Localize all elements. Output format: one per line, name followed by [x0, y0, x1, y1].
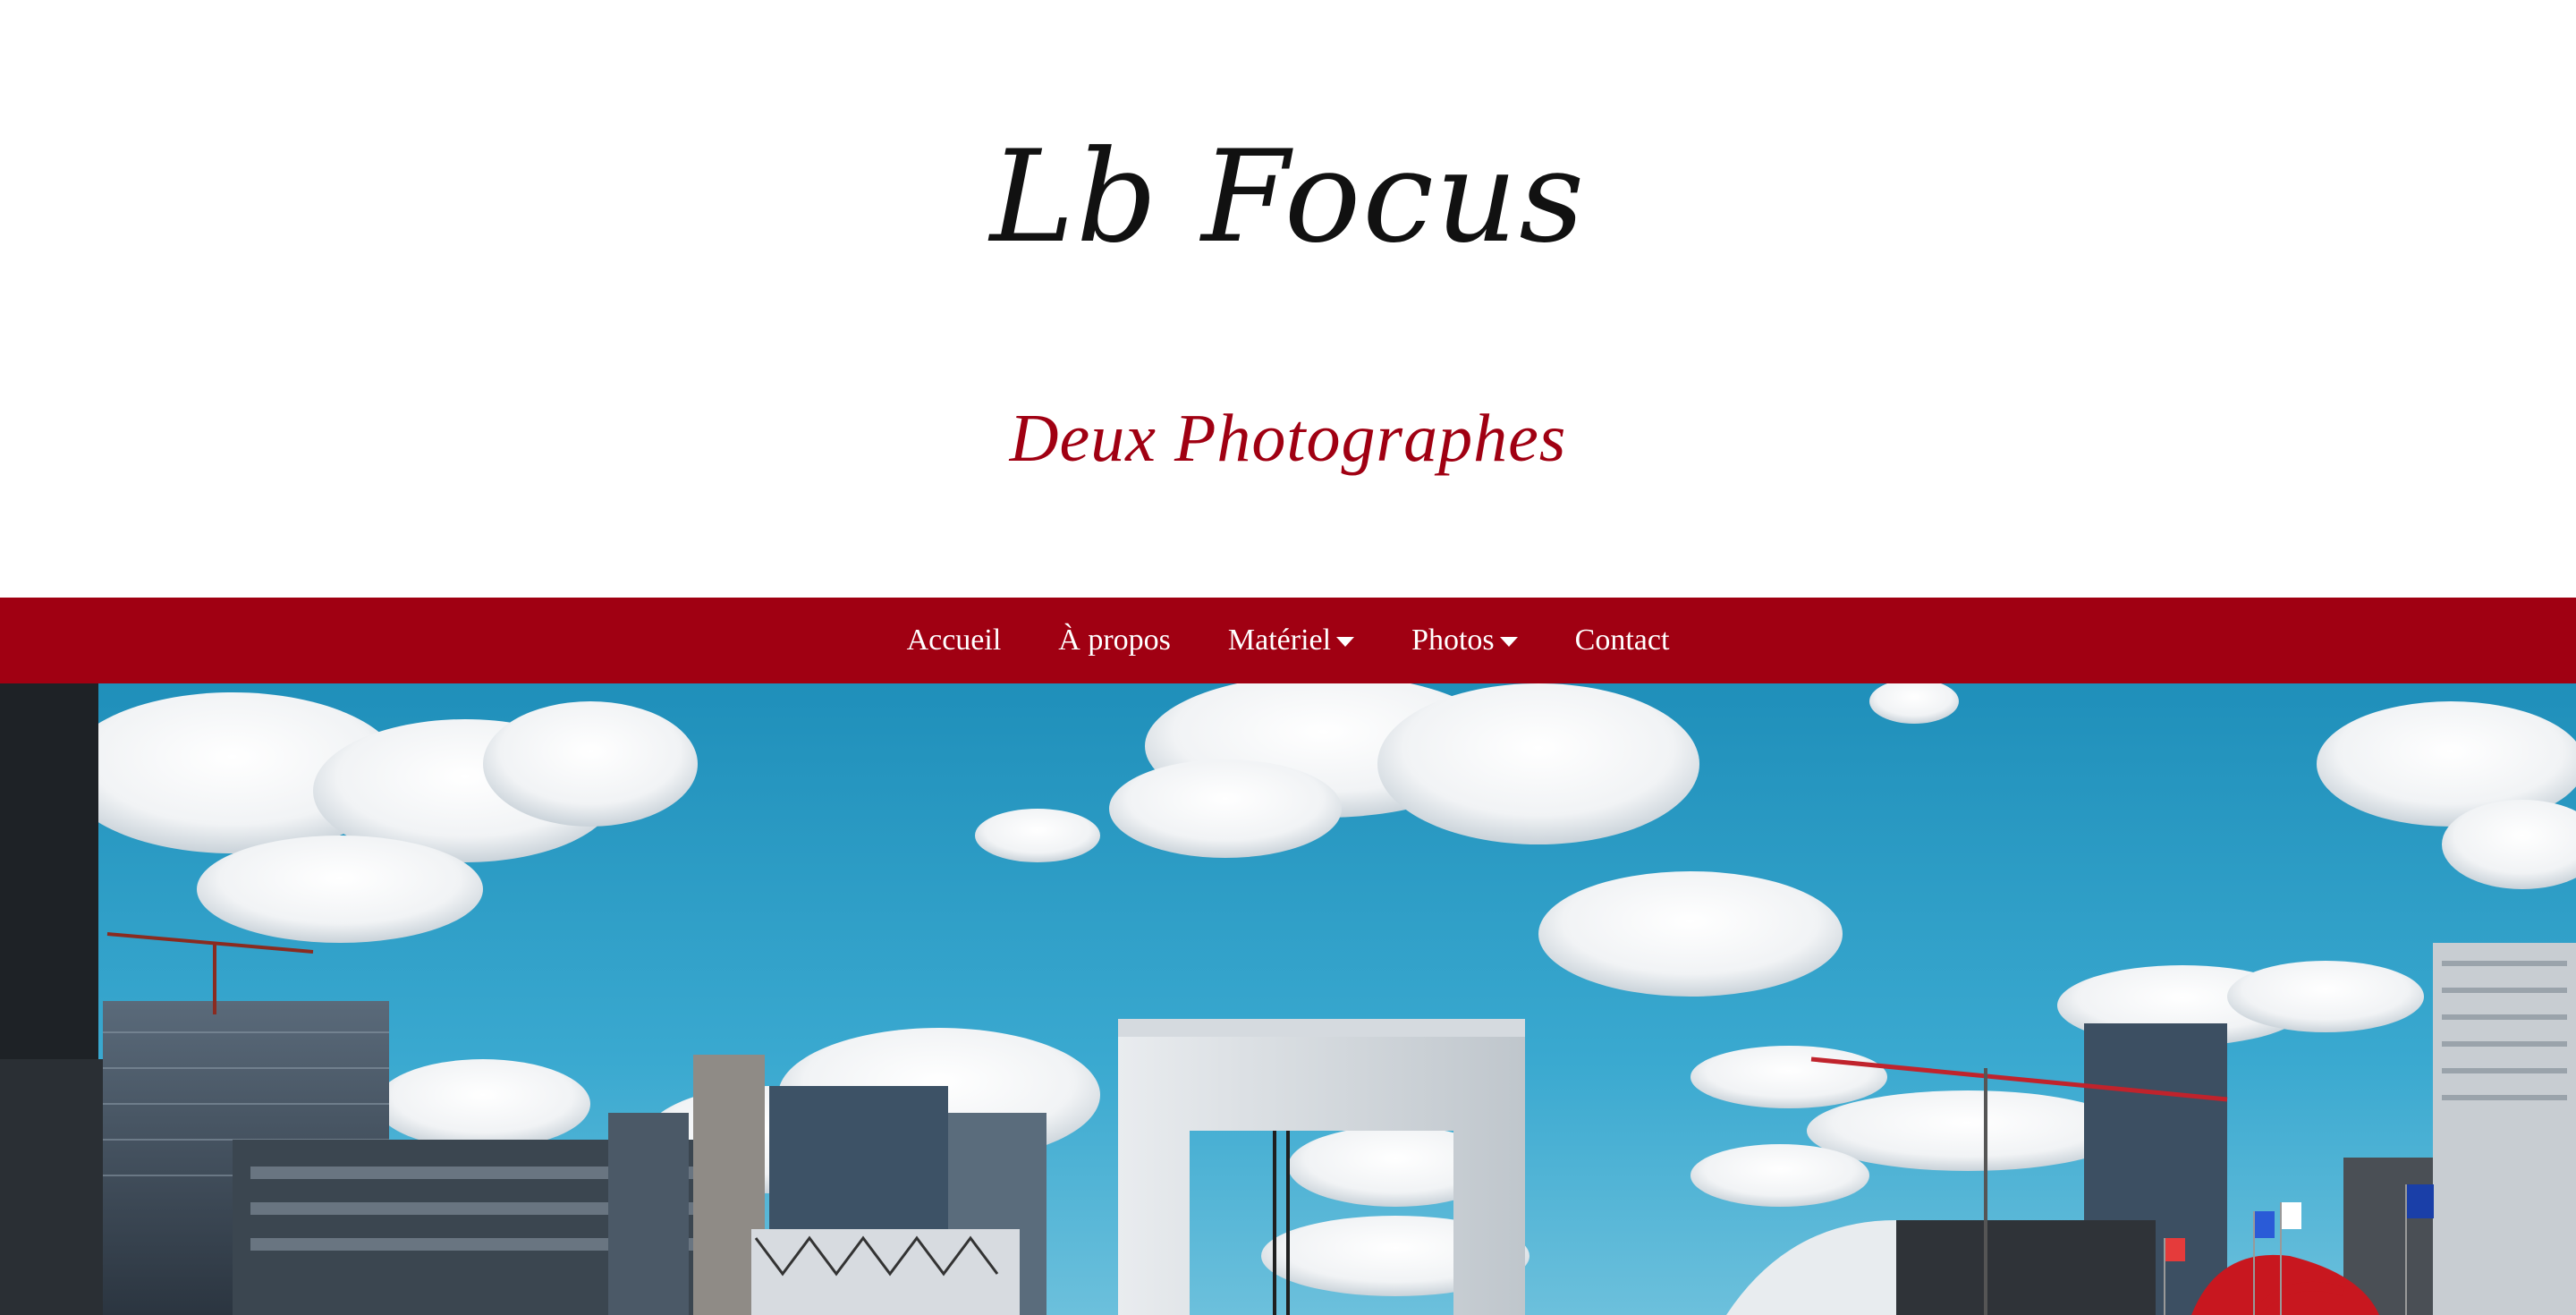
- hero-photo-illustration: [0, 683, 2576, 1315]
- nav-item-contact[interactable]: Contact: [1575, 624, 1670, 658]
- nav-item-label: Accueil: [906, 624, 1002, 657]
- site-tagline: Deux Photographes: [1009, 401, 1567, 476]
- nav-item-label: À propos: [1058, 624, 1171, 657]
- site-header: Lb Focus Deux Photographes: [0, 0, 2576, 598]
- nav-item-accueil[interactable]: Accueil: [907, 624, 1002, 658]
- nav-item-label: Contact: [1574, 624, 1670, 657]
- site-title[interactable]: Lb Focus: [0, 134, 2576, 261]
- main-navigation: Accueil À propos Matériel Photos Contact: [0, 598, 2576, 683]
- caret-down-icon: [1499, 637, 1518, 647]
- nav-item-label: Matériel: [1227, 624, 1332, 657]
- nav-item-a-propos[interactable]: À propos: [1058, 624, 1171, 658]
- hero-image: [0, 683, 2576, 1315]
- nav-item-materiel[interactable]: Matériel: [1227, 624, 1355, 658]
- nav-item-label: Photos: [1411, 624, 1495, 657]
- caret-down-icon: [1336, 637, 1355, 647]
- nav-item-photos[interactable]: Photos: [1411, 624, 1518, 658]
